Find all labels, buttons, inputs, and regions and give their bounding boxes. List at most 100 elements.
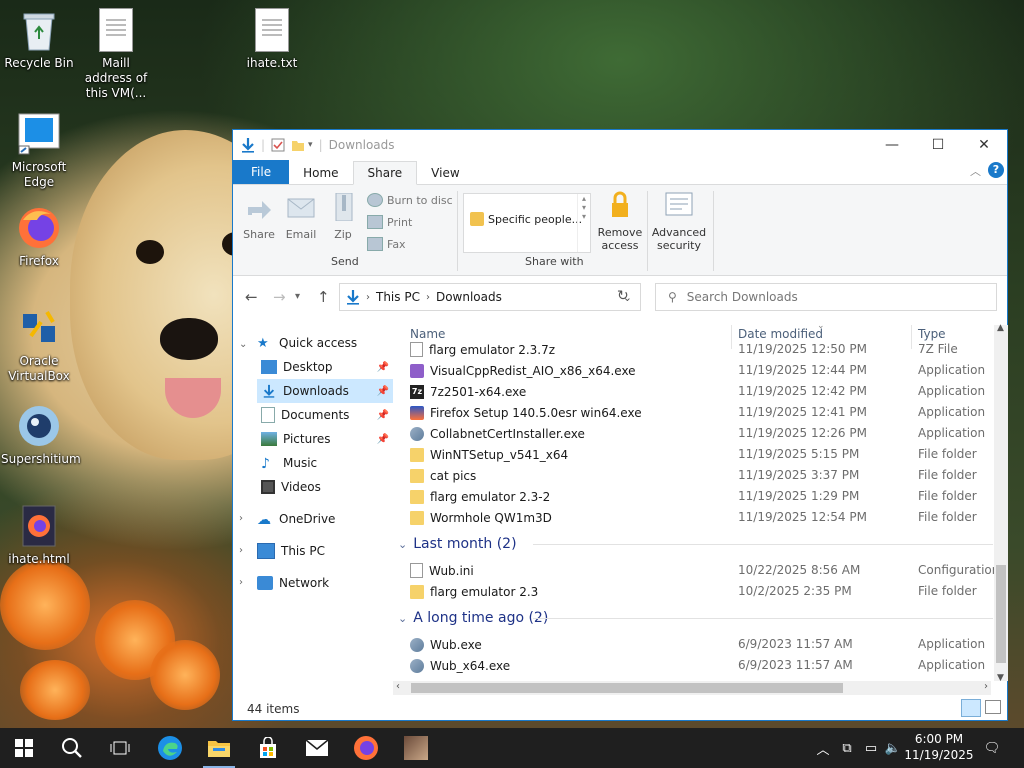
- horizontal-scroll-thumb[interactable]: [411, 683, 843, 693]
- fax-button[interactable]: Fax: [367, 237, 406, 251]
- nav-downloads[interactable]: Downloads 📌: [257, 379, 393, 403]
- meet-now-icon[interactable]: ⧉: [836, 728, 858, 768]
- remove-access-button[interactable]: Remove access: [595, 191, 645, 252]
- nav-this-pc[interactable]: This PC: [257, 539, 389, 563]
- file-name-cell[interactable]: cat pics: [410, 465, 476, 486]
- group-header-long-ago[interactable]: ⌄ A long time ago (2): [398, 607, 993, 629]
- desktop-icon-mail-address[interactable]: Maill address of this VM(...: [78, 8, 154, 101]
- share-button[interactable]: Share: [241, 193, 277, 241]
- nav-music[interactable]: ♪ Music: [257, 451, 393, 475]
- nav-desktop[interactable]: Desktop 📌: [257, 355, 393, 379]
- desktop-icon-oracle-virtualbox[interactable]: Oracle VirtualBox: [1, 306, 77, 384]
- expand-chevron-icon[interactable]: ›: [239, 577, 243, 588]
- nav-quick-access[interactable]: ★ Quick access: [257, 331, 389, 355]
- desktop-icon-firefox[interactable]: Firefox: [1, 206, 77, 269]
- scroll-right-icon[interactable]: ›: [984, 681, 988, 692]
- taskbar-firefox[interactable]: [342, 728, 390, 768]
- tab-view[interactable]: View: [417, 162, 473, 184]
- nav-onedrive[interactable]: ☁ OneDrive: [257, 507, 389, 531]
- table-row[interactable]: Wormhole QW1m3D 11/19/2025 12:54 PM File f…: [393, 507, 993, 528]
- refresh-icon[interactable]: ↻: [617, 288, 629, 304]
- quick-access-down-arrow-icon[interactable]: [241, 137, 255, 153]
- notifications-icon[interactable]: 🗨: [980, 728, 1004, 768]
- search-button[interactable]: [48, 728, 96, 768]
- details-view-icon[interactable]: [961, 699, 981, 717]
- zip-button[interactable]: Zip: [327, 192, 359, 241]
- file-name-cell[interactable]: flarg emulator 2.3-2: [410, 486, 550, 507]
- collapse-chevron-icon[interactable]: ⌄: [239, 339, 247, 350]
- scroll-up-icon[interactable]: ▲: [997, 323, 1004, 333]
- scroll-down-icon[interactable]: ▼: [997, 673, 1004, 683]
- file-name-cell[interactable]: VisualCppRedist_AIO_x86_x64.exe: [410, 360, 636, 381]
- file-name-cell[interactable]: Wub.ini: [410, 560, 474, 581]
- scroll-left-icon[interactable]: ‹: [396, 681, 400, 692]
- taskbar-file-explorer[interactable]: [195, 728, 243, 768]
- table-row[interactable]: Wub_x64.exe 6/9/2023 11:57 AM Application: [393, 655, 993, 676]
- breadcrumb-chevron-icon[interactable]: ›: [366, 292, 370, 303]
- taskbar-store[interactable]: [244, 728, 292, 768]
- file-name-cell[interactable]: WinNTSetup_v541_x64: [410, 444, 568, 465]
- recent-locations-chevron-icon[interactable]: ▾: [295, 291, 300, 302]
- help-icon[interactable]: ?: [988, 162, 1004, 178]
- close-button[interactable]: ✕: [961, 130, 1007, 160]
- nav-videos[interactable]: Videos: [257, 475, 393, 499]
- breadcrumb-chevron-icon[interactable]: ›: [426, 292, 430, 303]
- desktop-icon-supershitium[interactable]: Supershitium: [1, 404, 81, 467]
- vertical-scrollbar[interactable]: ▲ ▼: [994, 323, 1008, 683]
- file-name-cell[interactable]: flarg emulator 2.3.7z: [410, 339, 555, 360]
- table-row[interactable]: Wub.exe 6/9/2023 11:57 AM Application: [393, 634, 993, 655]
- table-row[interactable]: VisualCppRedist_AIO_x86_x64.exe 11/19/202…: [393, 360, 993, 381]
- breadcrumb-this-pc[interactable]: This PC: [376, 290, 420, 304]
- table-row[interactable]: 7z 7z2501-x64.exe 11/19/2025 12:42 PM Appli…: [393, 381, 993, 402]
- forward-arrow-icon[interactable]: →: [273, 288, 286, 306]
- tab-file[interactable]: File: [233, 160, 290, 184]
- show-hidden-icons-chevron-icon[interactable]: ︿: [812, 728, 834, 768]
- print-button[interactable]: Print: [367, 215, 412, 229]
- email-button[interactable]: Email: [283, 193, 319, 241]
- desktop-icon-ihate-html[interactable]: ihate.html: [1, 504, 77, 567]
- specific-people-button[interactable]: Specific people...: [466, 208, 587, 230]
- table-row[interactable]: Firefox Setup 140.5.0esr win64.exe 11/19/…: [393, 402, 993, 423]
- vertical-scroll-thumb[interactable]: [996, 565, 1006, 663]
- file-name-cell[interactable]: flarg emulator 2.3: [410, 581, 538, 602]
- file-name-cell[interactable]: Firefox Setup 140.5.0esr win64.exe: [410, 402, 642, 423]
- table-row[interactable]: flarg emulator 2.3.7z 11/19/2025 12:50 PM…: [393, 339, 993, 360]
- search-input[interactable]: ⚲ Search Downloads: [655, 283, 997, 311]
- nav-network[interactable]: Network: [257, 571, 389, 595]
- table-row[interactable]: cat pics 11/19/2025 3:37 PM File folder: [393, 465, 993, 486]
- burn-to-disc-button[interactable]: Burn to disc: [367, 193, 453, 207]
- customize-toolbar-chevron-icon[interactable]: ▾: [308, 140, 313, 150]
- nav-documents[interactable]: Documents 📌: [257, 403, 393, 427]
- horizontal-scrollbar[interactable]: ‹ ›: [393, 681, 991, 695]
- nav-pictures[interactable]: Pictures 📌: [257, 427, 393, 451]
- back-arrow-icon[interactable]: ←: [245, 288, 258, 306]
- expand-chevron-icon[interactable]: ›: [239, 513, 243, 524]
- gallery-scroll[interactable]: ▴ ▾ ▾: [577, 194, 590, 252]
- breadcrumb-downloads[interactable]: Downloads: [436, 290, 502, 304]
- taskbar-mail[interactable]: [293, 728, 341, 768]
- maximize-button[interactable]: ☐: [915, 130, 961, 160]
- address-bar[interactable]: › This PC › Downloads ⌄: [339, 283, 641, 311]
- new-folder-icon[interactable]: [291, 138, 305, 152]
- desktop-icon-microsoft-edge[interactable]: Microsoft Edge: [1, 112, 77, 190]
- desktop-icon-recycle-bin[interactable]: Recycle Bin: [1, 8, 77, 71]
- up-arrow-icon[interactable]: ↑: [317, 288, 330, 306]
- file-name-cell[interactable]: Wub_x64.exe: [410, 655, 510, 676]
- table-row[interactable]: WinNTSetup_v541_x64 11/19/2025 5:15 PM Fil…: [393, 444, 993, 465]
- properties-check-icon[interactable]: [271, 138, 285, 152]
- minimize-button[interactable]: —: [869, 130, 915, 160]
- table-row[interactable]: flarg emulator 2.3 10/2/2025 2:35 PM File …: [393, 581, 993, 602]
- large-icons-view-icon[interactable]: [985, 700, 1001, 714]
- taskbar-edge[interactable]: [146, 728, 194, 768]
- file-name-cell[interactable]: CollabnetCertInstaller.exe: [410, 423, 585, 444]
- advanced-security-button[interactable]: Advanced security: [651, 191, 707, 252]
- file-name-cell[interactable]: Wub.exe: [410, 634, 482, 655]
- tab-home[interactable]: Home: [289, 162, 352, 184]
- pin-icon[interactable]: 📌: [377, 362, 389, 373]
- taskbar-app[interactable]: [392, 728, 440, 768]
- collapse-ribbon-chevron-icon[interactable]: ︿: [970, 163, 981, 179]
- clock[interactable]: 6:00 PM 11/19/2025: [900, 731, 978, 763]
- expand-chevron-icon[interactable]: ›: [239, 545, 243, 556]
- task-view-button[interactable]: [96, 728, 144, 768]
- table-row[interactable]: flarg emulator 2.3-2 11/19/2025 1:29 PM Fi…: [393, 486, 993, 507]
